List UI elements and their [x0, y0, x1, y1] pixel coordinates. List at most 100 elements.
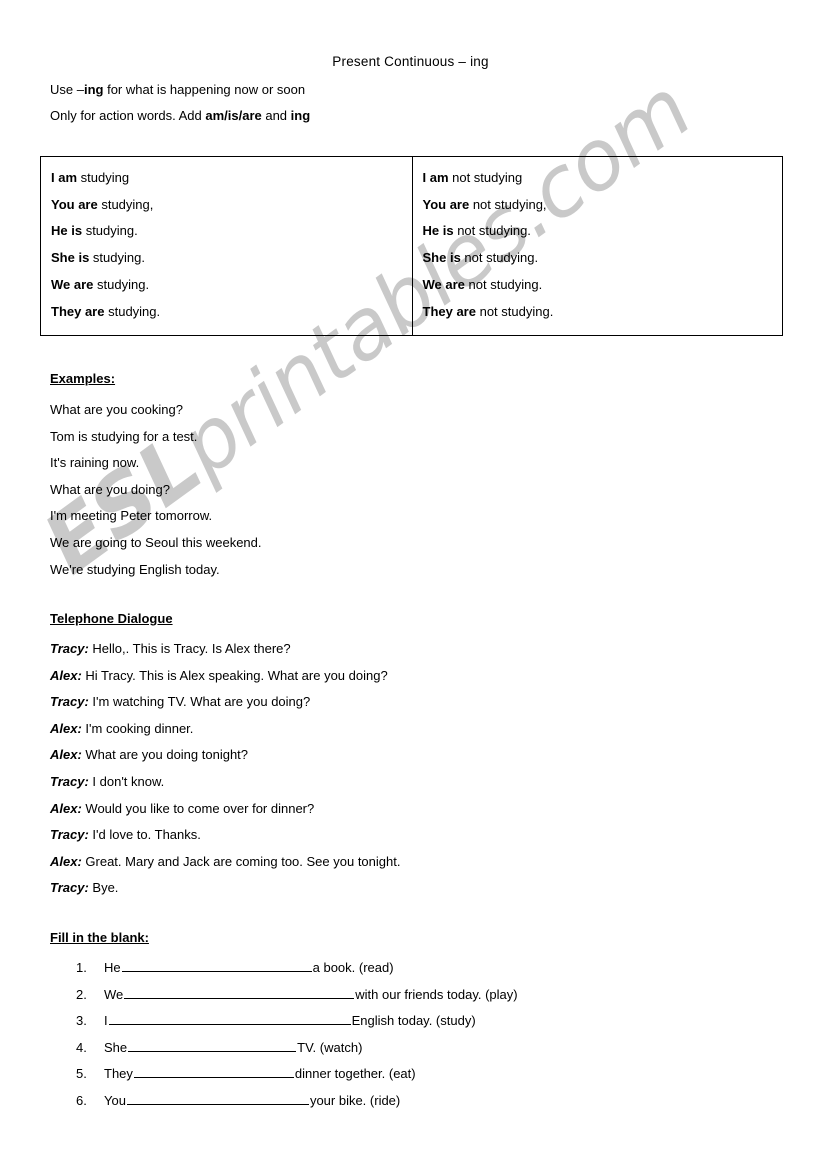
dialogue-text: Bye.	[88, 880, 119, 896]
page-title: Present Continuous – ing	[332, 54, 489, 69]
dialogue-speaker: Tracy:	[50, 641, 89, 656]
item-text-after: a book. (read)	[312, 960, 394, 975]
conjugation-verb: not studying.	[464, 276, 543, 292]
item-number: 6.	[76, 1092, 87, 1108]
item-text-after: your bike. (ride)	[309, 1092, 401, 1108]
conjugation-verb: not studying.	[460, 250, 539, 266]
conjugation-subject-aux: We are	[422, 276, 465, 292]
conjugation-subject-aux: He is	[422, 223, 454, 239]
conjugation-subject-aux: We are	[51, 276, 94, 292]
conjugation-verb: not studying.	[453, 223, 531, 239]
dialogue-speaker: Tracy:	[50, 880, 89, 896]
affirmative-row: She is studying.	[51, 245, 412, 272]
item-text-before: We	[104, 986, 124, 1002]
dialogue-line: Alex: Great. Mary and Jack are coming to…	[50, 849, 400, 876]
example-line: What are you cooking?	[50, 402, 183, 417]
conjugation-verb: not studying,	[469, 196, 547, 212]
example-line: We are going to Seoul this weekend.	[50, 534, 262, 550]
item-text-after: English today. (study)	[351, 1013, 476, 1029]
dialogue-list: Tracy: Hello,. This is Tracy. Is Alex th…	[50, 636, 400, 902]
intro-1-bold: ing	[83, 82, 104, 97]
dialogue-line: Tracy: Bye.	[50, 875, 400, 902]
example-line: Tom is studying for a test.	[50, 428, 198, 444]
conjugation-verb: studying.	[89, 250, 145, 266]
dialogue-text: I don't know.	[88, 773, 165, 789]
conjugation-subject-aux: You are	[51, 196, 98, 212]
dialogue-text: I'd love to. Thanks.	[88, 827, 201, 843]
conjugation-subject-aux: I am	[51, 170, 78, 185]
negative-column: I am not studying You are not studying, He…	[413, 157, 783, 335]
dialogue-line: Tracy: I don't know.	[50, 769, 400, 796]
negative-row: She is not studying.	[423, 245, 783, 272]
dialogue-line: Tracy: I'm watching TV. What are you doi…	[50, 689, 400, 716]
answer-blank[interactable]	[128, 1038, 297, 1052]
conjugation-subject-aux: They are	[51, 303, 105, 319]
example-line: I'm meeting Peter tomorrow.	[50, 508, 213, 524]
intro-1-post: for what is happening now or soon	[103, 82, 306, 97]
examples-list: What are you cooking? Tom is studying for…	[50, 397, 262, 583]
intro-1-pre: Use –	[50, 82, 84, 97]
answer-blank[interactable]	[108, 1011, 351, 1026]
answer-blank[interactable]	[133, 1064, 294, 1079]
dialogue-line: Alex: I'm cooking dinner.	[50, 716, 400, 743]
conjugation-verb: not studying.	[475, 303, 554, 319]
item-number: 4.	[76, 1039, 87, 1055]
item-text-after: dinner together. (eat)	[294, 1066, 416, 1082]
conjugation-subject-aux: She is	[51, 250, 90, 266]
item-number: 2.	[76, 986, 87, 1002]
conjugation-verb: studying,	[97, 196, 154, 212]
dialogue-speaker: Alex:	[50, 667, 82, 683]
answer-blank[interactable]	[126, 1091, 309, 1105]
negative-row: They are not studying.	[423, 299, 783, 326]
fill-in-the-blank-item: 3. I English today. (study)	[76, 1008, 518, 1035]
item-number: 1.	[76, 960, 87, 975]
item-number: 5.	[76, 1066, 87, 1082]
answer-blank[interactable]	[121, 958, 312, 972]
affirmative-row: I am studying	[51, 165, 412, 192]
example-line: It's raining now.	[50, 455, 140, 471]
conjugation-verb: studying.	[93, 276, 150, 292]
example-line: We're studying English today.	[50, 561, 220, 577]
intro-line-2: Only for action words. Add am/is/are and…	[50, 108, 310, 123]
item-text-after: TV. (watch)	[297, 1039, 363, 1055]
dialogue-line: Alex: Would you like to come over for di…	[50, 796, 400, 823]
fill-in-the-blank-item: 1. He a book. (read)	[76, 955, 518, 982]
negative-row: I am not studying	[423, 165, 783, 192]
fill-in-the-blank-item: 2. We with our friends today. (play)	[76, 982, 518, 1009]
item-text-before: I	[104, 1013, 108, 1029]
conjugation-verb: studying	[77, 170, 130, 185]
affirmative-row: They are studying.	[51, 299, 412, 326]
conjugation-subject-aux: They are	[422, 303, 476, 319]
dialogue-speaker: Tracy:	[50, 773, 89, 789]
conjugation-verb: studying.	[104, 303, 161, 319]
fill-in-the-blank-item: 4. She TV. (watch)	[76, 1035, 518, 1062]
dialogue-text: Hi Tracy. This is Alex speaking. What ar…	[81, 667, 388, 683]
dialogue-line: Alex: Hi Tracy. This is Alex speaking. W…	[50, 663, 400, 690]
dialogue-speaker: Alex:	[50, 747, 82, 763]
conjugation-verb: not studying	[448, 170, 523, 185]
dialogue-text: I'm watching TV. What are you doing?	[88, 694, 311, 710]
negative-row: He is not studying.	[423, 218, 783, 245]
dialogue-text: Would you like to come over for dinner?	[81, 800, 315, 816]
dialogue-speaker: Tracy:	[50, 827, 89, 843]
conjugation-subject-aux: She is	[422, 250, 461, 266]
affirmative-row: You are studying,	[51, 192, 412, 219]
dialogue-speaker: Alex:	[50, 720, 82, 736]
item-number: 3.	[76, 1013, 87, 1029]
item-text-before: She	[104, 1039, 128, 1055]
conjugation-subject-aux: I am	[422, 170, 449, 185]
conjugation-subject-aux: He is	[51, 223, 83, 239]
dialogue-text: What are you doing tonight?	[81, 747, 249, 763]
dialogue-line: Alex: What are you doing tonight?	[50, 742, 400, 769]
intro-2-post: and	[261, 108, 291, 123]
item-text-after: with our friends today. (play)	[355, 986, 518, 1002]
fill-in-the-blank-item: 5. They dinner together. (eat)	[76, 1061, 518, 1088]
answer-blank[interactable]	[124, 985, 355, 999]
affirmative-column: I am studying You are studying, He is stud…	[41, 157, 413, 335]
worksheet-page: ESLprintables.com Present Continuous – i…	[0, 0, 821, 1169]
conjugation-table: I am studying You are studying, He is stud…	[40, 156, 783, 336]
intro-2-bold-2: ing	[290, 108, 311, 123]
example-line: What are you doing?	[50, 481, 170, 497]
dialogue-text: Great. Mary and Jack are coming too. See…	[81, 853, 401, 869]
fill-in-the-blank-list: 1. He a book. (read) 2. We with our friends…	[76, 955, 518, 1115]
